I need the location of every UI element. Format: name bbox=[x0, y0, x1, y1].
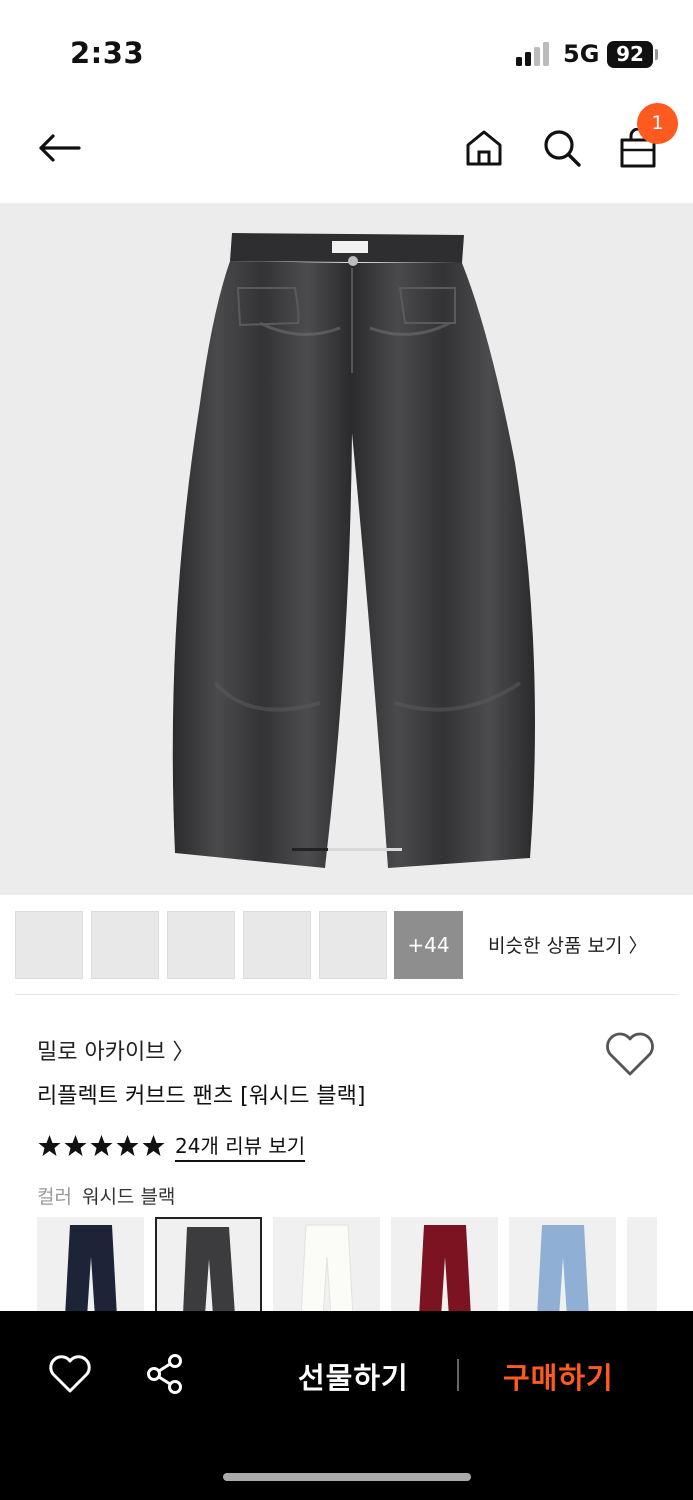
share-button[interactable] bbox=[144, 1353, 186, 1395]
thumbnail-row: +44 비슷한 상품 보기 〉 bbox=[0, 910, 693, 980]
heart-icon bbox=[606, 1032, 654, 1076]
thumbnail[interactable] bbox=[319, 911, 387, 979]
gift-button[interactable]: 선물하기 bbox=[298, 1355, 409, 1397]
color-swatch-white[interactable] bbox=[273, 1217, 380, 1312]
battery-indicator: 92 bbox=[607, 41, 653, 68]
more-images-button[interactable]: +44 bbox=[394, 911, 463, 979]
thumbnail[interactable] bbox=[167, 911, 235, 979]
buy-button[interactable]: 구매하기 bbox=[503, 1355, 614, 1397]
search-icon bbox=[544, 130, 581, 167]
status-bar: 2:33 5G 92 bbox=[0, 0, 693, 100]
rating-stars bbox=[37, 1134, 166, 1158]
color-swatch-more[interactable] bbox=[627, 1217, 657, 1312]
bottom-wishlist-button[interactable] bbox=[48, 1353, 92, 1395]
network-type: 5G bbox=[563, 40, 600, 68]
wishlist-button[interactable] bbox=[604, 1030, 656, 1080]
cart-count-badge: 1 bbox=[637, 103, 678, 144]
thumbnail[interactable] bbox=[91, 911, 159, 979]
home-indicator[interactable] bbox=[223, 1473, 471, 1481]
color-value: 워시드 블랙 bbox=[81, 1186, 176, 1208]
top-navigation bbox=[0, 100, 693, 203]
color-row: 컬러 워시드 블랙 bbox=[37, 1182, 175, 1209]
home-icon bbox=[466, 130, 502, 166]
jeans-thumbnail bbox=[300, 1224, 354, 1312]
product-title: 리플렉트 커브드 팬츠 [워시드 블랙] bbox=[37, 1084, 366, 1109]
review-link[interactable]: 24개 리뷰 보기 bbox=[175, 1130, 306, 1162]
jeans-thumbnail bbox=[537, 1225, 589, 1312]
jeans-thumbnail bbox=[65, 1225, 117, 1312]
color-swatch-navy[interactable] bbox=[37, 1217, 144, 1312]
button-separator bbox=[457, 1359, 459, 1391]
arrow-left-icon bbox=[39, 134, 81, 162]
thumbnail[interactable] bbox=[15, 911, 83, 979]
jeans-image bbox=[172, 233, 535, 868]
search-button[interactable] bbox=[538, 124, 586, 172]
jeans-thumbnail bbox=[183, 1227, 235, 1312]
divider bbox=[15, 994, 678, 995]
color-swatch-light-blue[interactable] bbox=[509, 1217, 616, 1312]
heart-icon bbox=[49, 1355, 91, 1393]
status-time: 2:33 bbox=[70, 36, 145, 70]
star-icon bbox=[64, 1135, 87, 1156]
color-swatch-burgundy[interactable] bbox=[391, 1217, 498, 1312]
color-swatch-row bbox=[37, 1217, 657, 1312]
signal-icon bbox=[516, 42, 549, 66]
brand-link[interactable]: 밀로 아카이브 〉 bbox=[37, 1034, 194, 1066]
color-label: 컬러 bbox=[37, 1186, 72, 1208]
back-button[interactable] bbox=[35, 124, 83, 172]
thumbnail[interactable] bbox=[243, 911, 311, 979]
star-icon bbox=[38, 1135, 61, 1156]
share-icon bbox=[147, 1354, 182, 1394]
star-icon bbox=[90, 1135, 113, 1156]
home-button[interactable] bbox=[460, 124, 508, 172]
star-icon bbox=[142, 1135, 165, 1156]
rating-row: 24개 리뷰 보기 bbox=[37, 1130, 306, 1162]
carousel-indicator-active bbox=[292, 848, 328, 851]
similar-products-link[interactable]: 비슷한 상품 보기 〉 bbox=[488, 931, 647, 958]
star-icon bbox=[116, 1135, 139, 1156]
jeans-thumbnail bbox=[419, 1225, 471, 1312]
battery-tip bbox=[655, 49, 658, 60]
color-swatch-washed-black[interactable] bbox=[155, 1217, 262, 1312]
carousel-indicator bbox=[292, 848, 402, 851]
bottom-action-bar: 선물하기 구매하기 bbox=[0, 1311, 693, 1500]
product-main-image[interactable] bbox=[0, 203, 693, 895]
